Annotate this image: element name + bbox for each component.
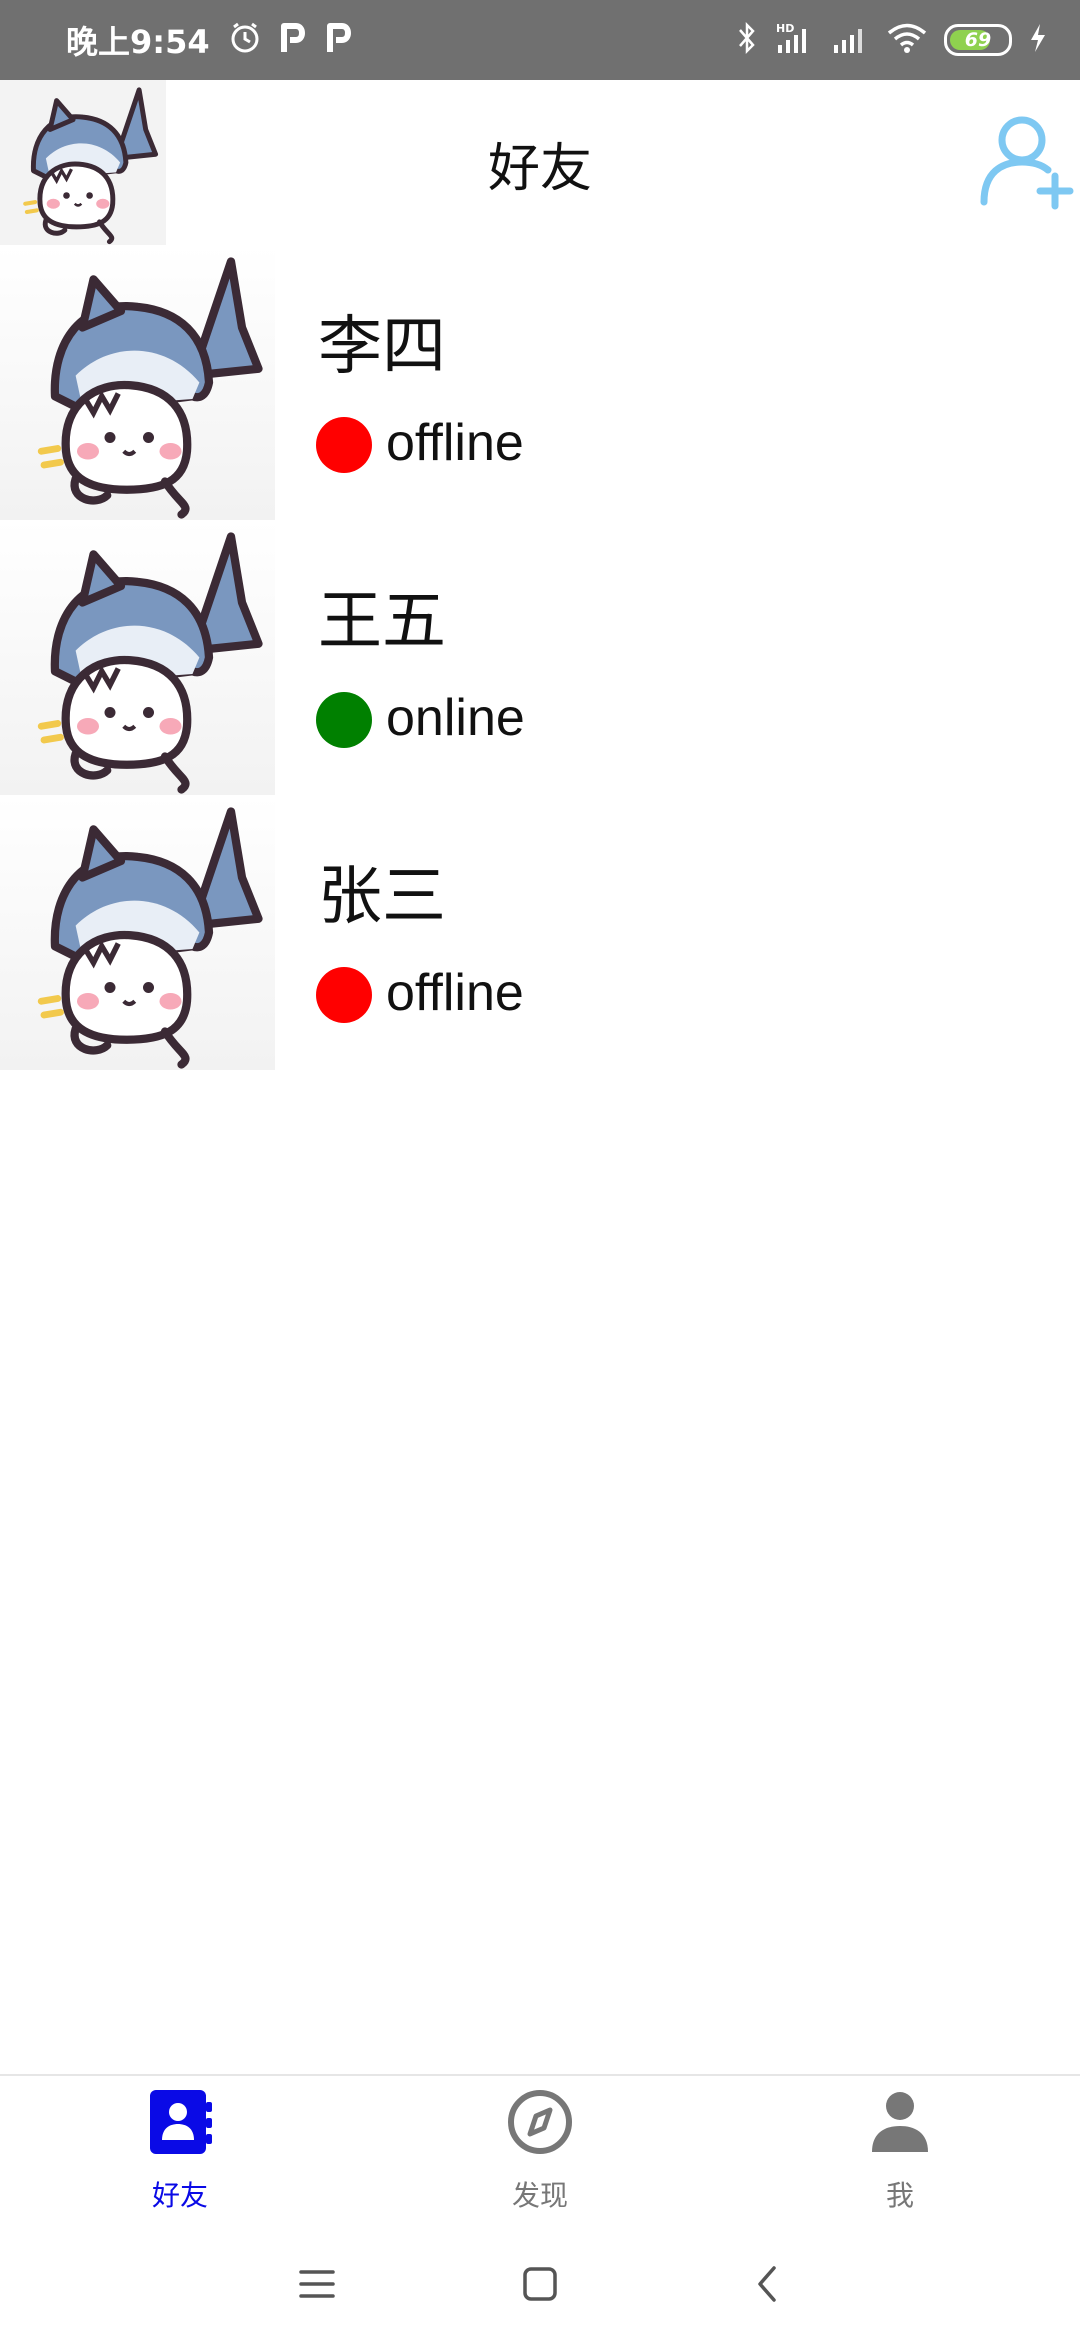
status-dot xyxy=(316,692,372,748)
home-button[interactable] xyxy=(510,2254,570,2314)
tab-friends[interactable]: 好友 xyxy=(80,2076,280,2226)
status-dot xyxy=(316,417,372,473)
bluetooth-icon xyxy=(736,21,758,59)
tab-label: 好友 xyxy=(151,2179,208,2212)
status-bar: 晚上9:54 HD 69 xyxy=(0,0,1080,80)
tab-label: 发现 xyxy=(511,2179,568,2212)
friend-row[interactable]: 张三 offline xyxy=(0,795,1080,1070)
p-app-icon xyxy=(326,22,354,58)
person-icon xyxy=(872,2092,928,2152)
tab-label: 我 xyxy=(885,2179,914,2212)
tab-me[interactable]: 我 xyxy=(800,2076,1000,2226)
page-title: 好友 xyxy=(487,139,592,199)
status-time: 晚上9:54 xyxy=(66,23,210,61)
charging-icon xyxy=(1028,21,1048,59)
friend-row[interactable]: 王五 online xyxy=(0,520,1080,795)
friend-avatar xyxy=(0,520,275,795)
back-icon xyxy=(758,2266,776,2302)
system-nav xyxy=(0,2224,1080,2340)
wifi-icon xyxy=(886,21,928,59)
menu-icon xyxy=(299,2270,335,2298)
friend-name: 李四 xyxy=(318,310,446,384)
bottom-nav: 好友 发现 我 xyxy=(0,2074,1080,2226)
battery-level: 69 xyxy=(964,29,992,51)
compass-icon xyxy=(508,2090,572,2154)
signal-icon xyxy=(830,21,870,59)
friend-row[interactable]: 李四 offline xyxy=(0,245,1080,520)
friend-name: 王五 xyxy=(318,585,446,659)
friend-status: offline xyxy=(386,964,524,1022)
back-button[interactable] xyxy=(738,2254,798,2314)
p-app-icon xyxy=(280,22,308,58)
contacts-icon xyxy=(150,2090,212,2154)
app-bar: 好友 xyxy=(0,80,1080,245)
svg-text:HD: HD xyxy=(776,22,794,35)
battery-icon: 69 xyxy=(944,24,1012,56)
friend-avatar xyxy=(0,795,275,1070)
home-icon xyxy=(523,2267,557,2301)
tab-discover[interactable]: 发现 xyxy=(440,2076,640,2226)
add-friend-button[interactable] xyxy=(978,110,1078,210)
friend-status: offline xyxy=(386,414,524,472)
status-dot xyxy=(316,967,372,1023)
friend-avatar xyxy=(0,245,275,520)
hd-signal-icon: HD xyxy=(774,21,814,59)
menu-button[interactable] xyxy=(287,2254,347,2314)
friend-name: 张三 xyxy=(318,860,446,934)
alarm-icon xyxy=(228,21,262,59)
add-user-icon xyxy=(980,116,1074,210)
friend-status: online xyxy=(386,689,525,747)
